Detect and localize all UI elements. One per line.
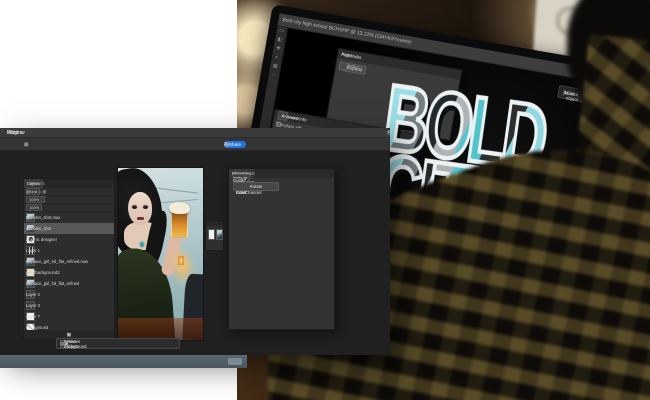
blend-mode-row: Normal Opacity: 100% <box>24 196 114 204</box>
layer-row-selected[interactable]: Bubbles_shot <box>24 223 114 234</box>
workspace-area: History Layers Channels Paths ⌕ Kind ▦◑T… <box>0 151 390 355</box>
layer-row[interactable]: Layer 3 <box>24 300 114 311</box>
contextual-taskbar: ☻ Select subject ▣ Remove background ▤ ⋯ <box>56 338 180 349</box>
layer-row[interactable]: Layer 7 <box>24 311 114 322</box>
desktop-strip-tab <box>228 358 242 365</box>
lock-row: Lock: ▣✛◧ Fill: 100% <box>24 204 114 212</box>
menu-help[interactable]: Help <box>7 128 17 138</box>
artwork-beer-glass <box>171 210 188 238</box>
layer-row[interactable]: goodbackground2fx <box>24 267 114 278</box>
delete-layer-icon[interactable]: ▯ <box>68 332 70 338</box>
tab-paths[interactable]: Paths <box>24 179 41 188</box>
screenshot-root: Bold city high school BCHSHP @ 13.12% (C… <box>0 0 650 400</box>
artwork-lantern <box>178 256 184 265</box>
mini-panel-header <box>206 221 223 226</box>
layer-fx-badge: fx <box>26 260 29 264</box>
artwork-warm-foreground <box>118 318 203 340</box>
layer-filter-row: ⌕ Kind ▦◑T▭▩ <box>24 188 114 196</box>
properties-panel: Properties Adjustments Libraries ▤ Docum… <box>228 168 335 330</box>
photoshop-window: Plugins Window Help – ▢ ✕ ▭ ⊞ ⊟ ⊠ ⋯ ⌕ Sh… <box>0 128 390 355</box>
artwork-canvas[interactable] <box>118 168 203 340</box>
layer-row[interactable]: graphic designer <box>24 234 114 245</box>
artwork-eye <box>143 206 148 209</box>
filter-type-icons[interactable]: ▦◑T▭▩ <box>26 189 47 194</box>
layer-row[interactable]: Layer 1 <box>24 245 114 256</box>
zoom-tool-icon[interactable]: ⌕ <box>24 142 27 148</box>
taskbar-more-icon[interactable]: ⋯ <box>60 341 65 347</box>
artwork-lips <box>137 217 144 220</box>
mini-layer-thumbnail <box>208 229 215 240</box>
workspace-icon[interactable]: ▤ <box>224 142 229 148</box>
mini-panel <box>205 220 224 251</box>
menu-bar: Plugins Window Help – ▢ ✕ <box>0 128 390 138</box>
layer-row[interactable]: Layer 2 <box>24 289 114 300</box>
desktop-strip <box>0 355 247 368</box>
artwork-face <box>128 192 152 225</box>
layer-fx-badge: fx <box>26 271 29 275</box>
fill-dropdown[interactable]: 100% <box>26 204 42 211</box>
layer-row[interactable]: Bubbles_shot.max <box>24 212 114 223</box>
artwork-pendant <box>140 242 144 247</box>
artwork-eye <box>132 206 137 209</box>
layers-panel: History Layers Channels Paths ⌕ Kind ▦◑T… <box>23 178 115 340</box>
layer-row[interactable]: Replace_girl_hd_flat_refined.maxfx <box>24 256 114 267</box>
options-bar: ▭ ⊞ ⊟ ⊠ ⋯ ⌕ Share ◷ ⌕ ? ▤ <box>0 138 390 151</box>
mini-mask-thumbnail <box>216 229 223 240</box>
close-icon[interactable]: ✕ <box>387 128 392 138</box>
artwork-beer-foam <box>169 202 190 214</box>
layer-row[interactable]: Replace_girl_hd_flat_refined <box>24 278 114 289</box>
layers-panel-tabs: History Layers Channels Paths <box>24 179 114 188</box>
rotate-button[interactable]: Rotate <box>233 182 279 191</box>
opacity-dropdown[interactable]: 100% <box>26 196 42 203</box>
